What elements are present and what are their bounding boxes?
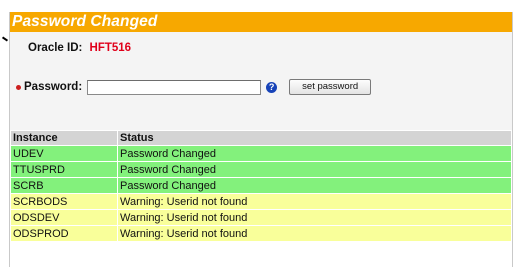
status-cell: Password Changed (117, 177, 512, 194)
oracle-id-value: HFT516 (89, 42, 132, 54)
table-row: UDEV Password Changed (10, 145, 512, 162)
oracle-id-row: Oracle ID: HFT516 (28, 42, 131, 54)
instance-cell: SCRBODS (10, 193, 118, 210)
required-dot-icon (16, 84, 21, 90)
status-cell: Warning: Userid not found (117, 209, 512, 226)
oracle-id-label: Oracle ID: (28, 42, 83, 54)
password-panel: Password Changed Oracle ID: HFT516 Passw… (9, 12, 513, 267)
set-password-button[interactable]: set password (289, 79, 372, 95)
dash-mark (1, 36, 9, 42)
instance-cell: ODSPROD (10, 225, 118, 242)
column-header-instance: Instance (10, 130, 118, 146)
table-row: SCRBODS Warning: Userid not found (10, 193, 512, 210)
password-input[interactable] (87, 79, 262, 95)
help-icon[interactable]: ? (266, 81, 278, 93)
column-header-status: Status (117, 130, 512, 146)
results-table: Instance Status UDEV Password Changed TT… (10, 130, 512, 242)
table-row: TTUSPRD Password Changed (10, 161, 512, 178)
password-label: Password: (24, 81, 83, 93)
status-cell: Warning: Userid not found (117, 225, 512, 242)
instance-cell: UDEV (10, 145, 118, 162)
instance-cell: ODSDEV (10, 209, 118, 226)
table-row: ODSPROD Warning: Userid not found (10, 225, 512, 242)
status-cell: Password Changed (117, 161, 512, 178)
table-header-row: Instance Status (10, 130, 512, 146)
info-area: Oracle ID: HFT516 Password: ? set passwo… (10, 32, 512, 130)
status-cell: Password Changed (117, 145, 512, 162)
instance-cell: SCRB (10, 177, 118, 194)
instance-cell: TTUSPRD (10, 161, 118, 178)
panel-title: Password Changed (10, 12, 512, 32)
password-row: Password: ? set password (16, 76, 372, 98)
table-row: SCRB Password Changed (10, 177, 512, 194)
status-cell: Warning: Userid not found (117, 193, 512, 210)
page: Password Changed Oracle ID: HFT516 Passw… (0, 0, 524, 267)
table-row: ODSDEV Warning: Userid not found (10, 209, 512, 226)
